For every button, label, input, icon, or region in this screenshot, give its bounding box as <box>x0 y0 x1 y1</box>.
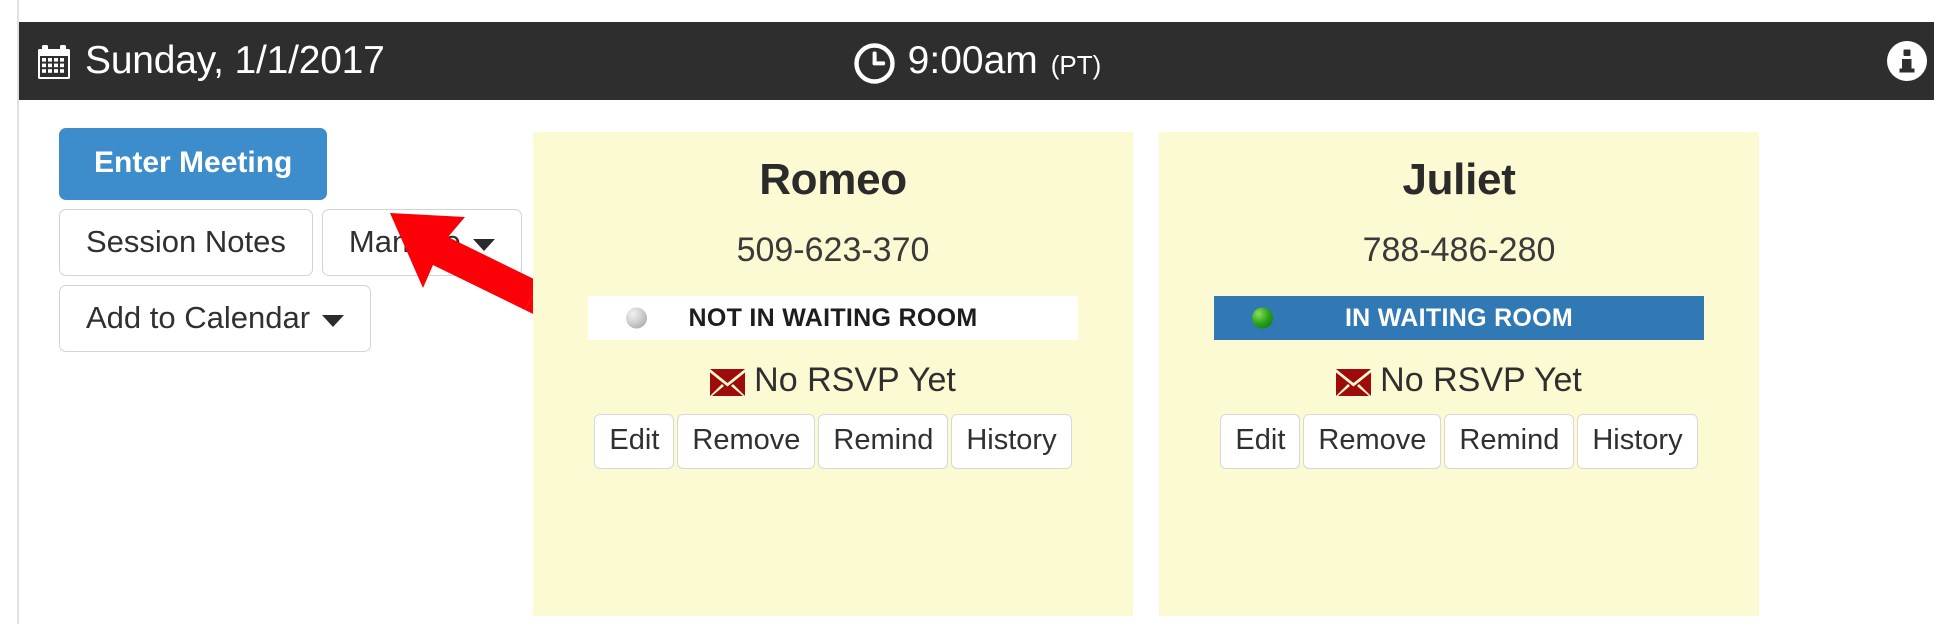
participant-card: Romeo 509-623-370 NOT IN WAITING ROOM <box>533 132 1133 616</box>
history-button[interactable]: History <box>1577 414 1697 469</box>
status-dot-icon <box>1252 308 1273 329</box>
rsvp-label: No RSVP Yet <box>754 361 956 400</box>
rsvp-status: No RSVP Yet <box>1159 361 1759 400</box>
participant-name: Juliet <box>1159 156 1759 204</box>
rsvp-status: No RSVP Yet <box>533 361 1133 400</box>
toolbar-row-1: Enter Meeting <box>59 128 489 200</box>
manage-label: Manage <box>349 226 461 257</box>
status-badge: IN WAITING ROOM <box>1214 296 1704 340</box>
info-button[interactable] <box>1886 22 1928 100</box>
rsvp-label: No RSVP Yet <box>1380 361 1582 400</box>
status-dot-icon <box>626 308 647 329</box>
toolbar-row-3: Add to Calendar <box>59 285 489 352</box>
participant-phone: 509-623-370 <box>533 231 1133 270</box>
status-label: NOT IN WAITING ROOM <box>688 304 977 333</box>
content-area: Enter Meeting Session Notes Manage Add t… <box>19 100 1934 624</box>
participant-phone: 788-486-280 <box>1159 231 1759 270</box>
remind-button[interactable]: Remind <box>818 414 948 469</box>
header-bar: Sunday, 1/1/2017 9:00am (PT) <box>19 22 1934 100</box>
participant-actions: Edit Remove Remind History <box>533 414 1133 469</box>
participant-card: Juliet 788-486-280 IN WAITING ROOM <box>1159 132 1759 616</box>
edit-button[interactable]: Edit <box>1220 414 1300 469</box>
history-button[interactable]: History <box>951 414 1071 469</box>
status-label: IN WAITING ROOM <box>1345 304 1573 333</box>
chevron-down-icon <box>322 315 344 327</box>
info-icon <box>1886 40 1928 82</box>
toolbar-row-2: Session Notes Manage <box>59 209 489 276</box>
envelope-icon <box>1336 369 1371 396</box>
edit-button[interactable]: Edit <box>594 414 674 469</box>
header-time-label: 9:00am <box>908 39 1038 83</box>
enter-meeting-button[interactable]: Enter Meeting <box>59 128 327 200</box>
add-to-calendar-label: Add to Calendar <box>86 302 310 333</box>
remove-button[interactable]: Remove <box>1303 414 1441 469</box>
add-to-calendar-dropdown-button[interactable]: Add to Calendar <box>59 285 371 352</box>
participant-actions: Edit Remove Remind History <box>1159 414 1759 469</box>
header-date-group: Sunday, 1/1/2017 <box>37 22 385 100</box>
chevron-down-icon <box>473 239 495 251</box>
clock-icon <box>854 43 895 84</box>
session-notes-label: Session Notes <box>86 226 286 257</box>
header-timezone-label: (PT) <box>1051 50 1102 81</box>
remind-button[interactable]: Remind <box>1444 414 1574 469</box>
session-notes-button[interactable]: Session Notes <box>59 209 313 276</box>
header-date-label: Sunday, 1/1/2017 <box>85 39 385 83</box>
calendar-icon <box>37 45 71 80</box>
remove-button[interactable]: Remove <box>677 414 815 469</box>
app-window: Sunday, 1/1/2017 9:00am (PT) <box>17 0 1934 624</box>
participant-name: Romeo <box>533 156 1133 204</box>
meeting-actions-toolbar: Enter Meeting Session Notes Manage Add t… <box>59 128 489 361</box>
manage-dropdown-button[interactable]: Manage <box>322 209 522 276</box>
envelope-icon <box>710 369 745 396</box>
status-badge: NOT IN WAITING ROOM <box>588 296 1078 340</box>
